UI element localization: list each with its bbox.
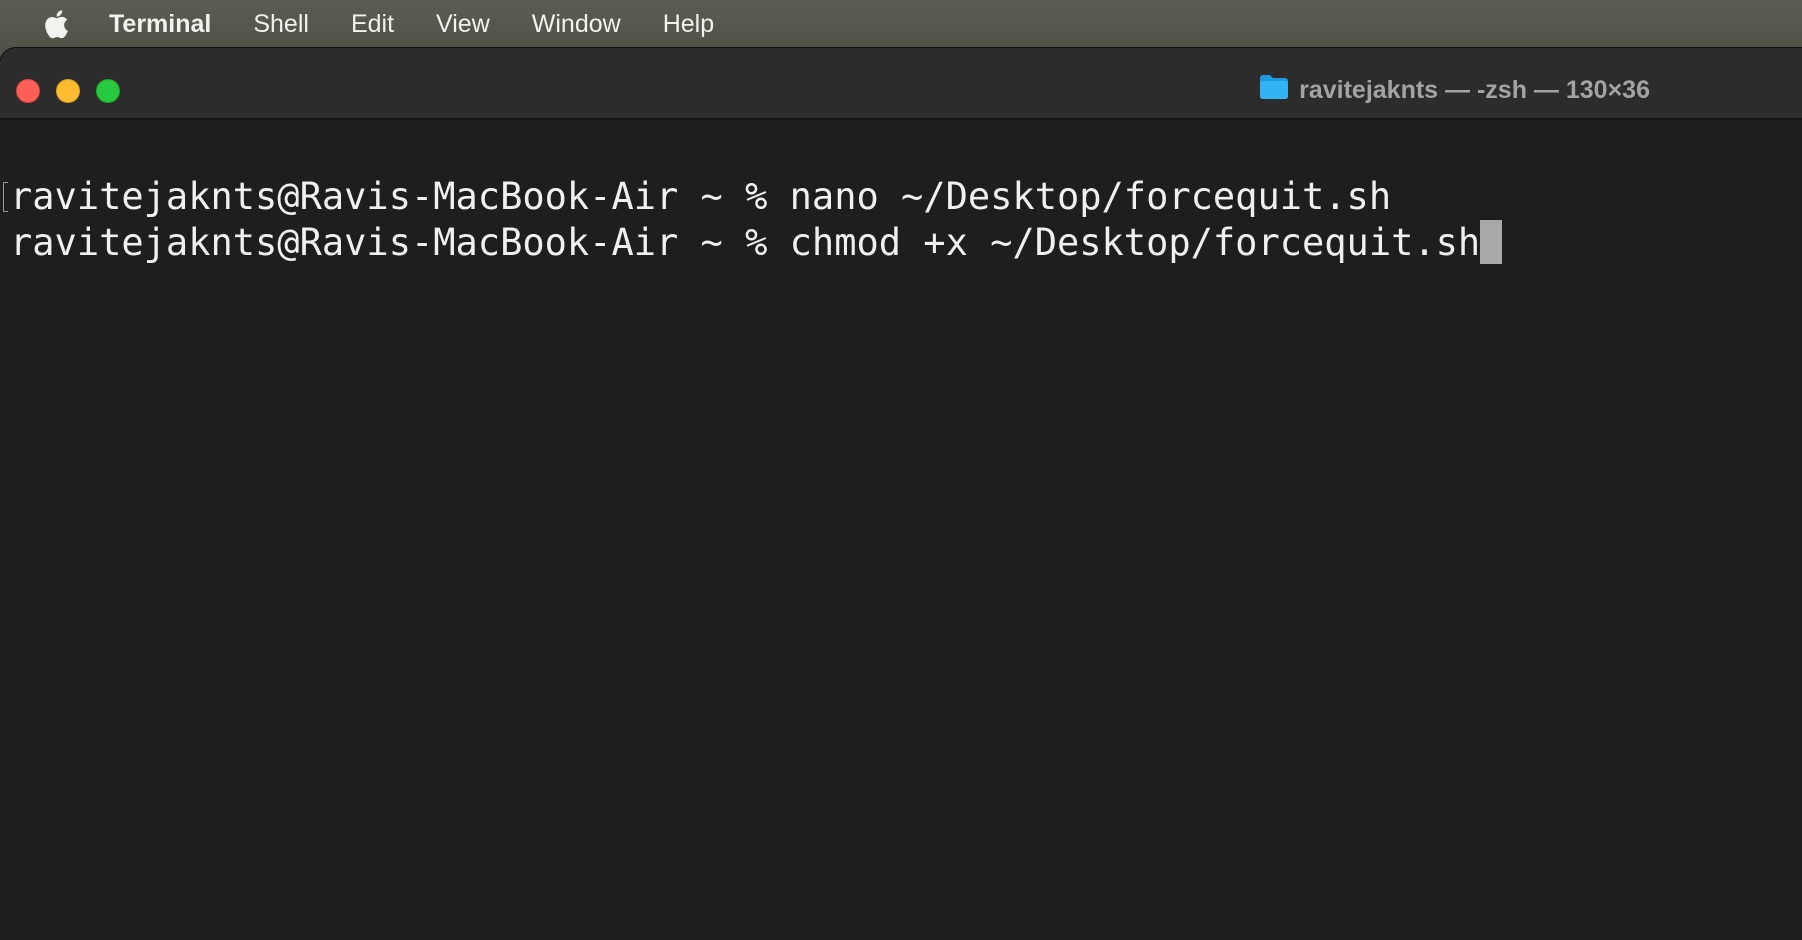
window-title: ravitejaknts — -zsh — 130×36 [1299, 75, 1650, 104]
terminal-line-current: ravitejaknts@Ravis-MacBook-Air ~ % chmod… [10, 220, 1802, 266]
menu-view[interactable]: View [436, 0, 490, 48]
menu-edit[interactable]: Edit [351, 0, 394, 48]
close-button[interactable] [16, 79, 40, 103]
terminal-line: ravitejaknts@Ravis-MacBook-Air ~ % nano … [10, 175, 1392, 218]
menu-bar: Terminal Shell Edit View Window Help [0, 0, 1802, 48]
zoom-button[interactable] [96, 79, 120, 103]
menu-app-terminal[interactable]: Terminal [109, 0, 211, 48]
terminal-window: ravitejaknts — -zsh — 130×36 ravitejaknt… [0, 48, 1802, 940]
menu-help[interactable]: Help [663, 0, 714, 48]
folder-icon [1259, 74, 1299, 107]
window-title-group: ravitejaknts — -zsh — 130×36 [1259, 74, 1650, 106]
apple-logo-icon[interactable] [38, 7, 72, 41]
minimize-button[interactable] [56, 79, 80, 103]
window-titlebar[interactable]: ravitejaknts — -zsh — 130×36 [0, 48, 1802, 120]
menu-shell[interactable]: Shell [253, 0, 309, 48]
terminal-line-text: ravitejaknts@Ravis-MacBook-Air ~ % chmod… [10, 221, 1481, 264]
menu-window[interactable]: Window [532, 0, 621, 48]
terminal-output[interactable]: ravitejaknts@Ravis-MacBook-Air ~ % nano … [0, 122, 1802, 940]
mark-bracket [3, 182, 8, 212]
text-cursor [1480, 220, 1503, 264]
